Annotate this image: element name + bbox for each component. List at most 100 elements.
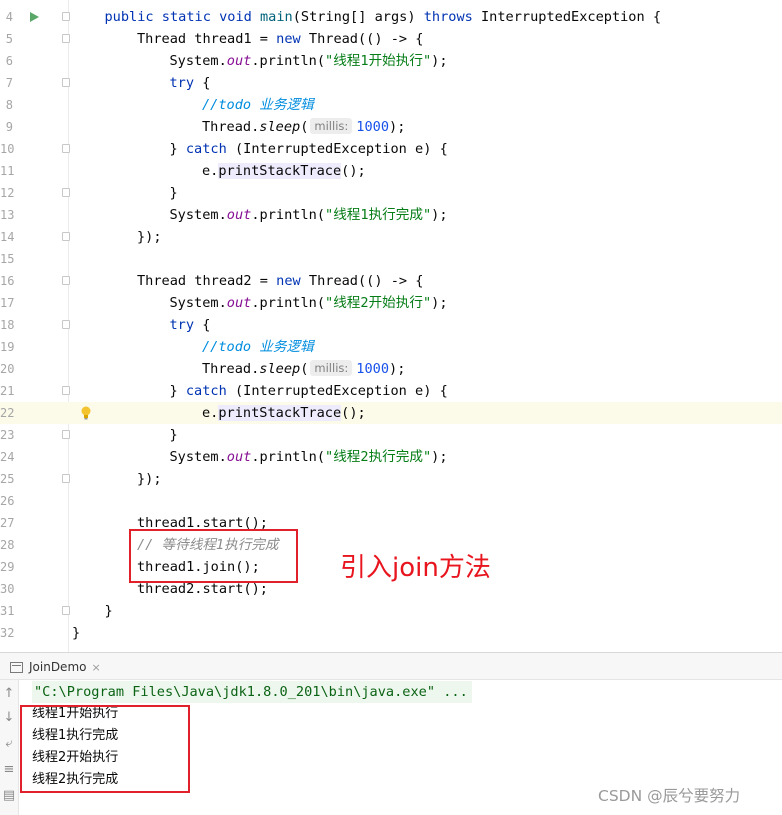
fold-icon[interactable] [62, 188, 70, 197]
code-text: Thread.sleep(millis: 1000); [202, 116, 405, 138]
line-number: 7 [5, 76, 13, 90]
code-line[interactable]: 23} [0, 424, 782, 446]
code-line[interactable]: 11 e.printStackTrace(); [0, 160, 782, 182]
parameter-hint: millis: [310, 118, 353, 134]
annotation-text: 引入join方法 [340, 553, 491, 583]
code-line[interactable]: 19 //todo 业务逻辑 [0, 336, 782, 358]
code-token: { [194, 317, 211, 333]
code-token: (InterruptedException e) { [226, 383, 448, 399]
code-line[interactable]: 31} [0, 600, 782, 622]
code-line[interactable]: 17 System.out.println("线程2开始执行"); [0, 292, 782, 314]
line-number: 25 [0, 472, 15, 486]
code-line[interactable]: 9 Thread.sleep(millis: 1000); [0, 116, 782, 138]
code-text: System.out.println("线程1执行完成"); [170, 204, 448, 226]
code-token: } [169, 141, 186, 157]
line-number: 15 [0, 252, 15, 266]
code-token: main [260, 9, 293, 25]
fold-icon[interactable] [62, 276, 70, 285]
code-token: e. [202, 163, 219, 179]
code-token: out [226, 295, 252, 311]
code-token: } [169, 185, 178, 201]
code-line[interactable]: 8 //todo 业务逻辑 [0, 94, 782, 116]
line-number: 13 [0, 208, 15, 222]
fold-icon[interactable] [62, 78, 70, 87]
code-line[interactable]: 27 thread1.start(); [0, 512, 782, 534]
code-token: } [104, 603, 113, 619]
code-token: 1000 [356, 119, 390, 135]
fold-icon[interactable] [62, 12, 70, 21]
line-number: 6 [5, 54, 13, 68]
code-editor[interactable]: 4 public static void main(String[] args) … [0, 0, 782, 652]
code-token: Thread. [202, 361, 260, 377]
run-config-icon [10, 661, 23, 673]
up-arrow-icon[interactable]: ↑ [1, 686, 17, 702]
fold-icon[interactable] [62, 34, 70, 43]
join-highlight-box [129, 529, 298, 583]
print-icon[interactable]: ▤ [1, 788, 17, 804]
code-token: (); [341, 163, 366, 179]
code-line[interactable]: 14}); [0, 226, 782, 248]
fold-icon[interactable] [62, 232, 70, 241]
output-highlight-box [20, 705, 190, 793]
code-line[interactable]: 20 Thread.sleep(millis: 1000); [0, 358, 782, 380]
code-line[interactable]: 25}); [0, 468, 782, 490]
code-token: } [72, 625, 81, 641]
line-number: 21 [0, 384, 15, 398]
code-line[interactable]: 16 Thread thread2 = new Thread(() -> { [0, 270, 782, 292]
code-token: } [169, 383, 186, 399]
scroll-to-end-icon[interactable]: ≡ [1, 762, 17, 778]
fold-icon[interactable] [62, 320, 70, 329]
code-token: out [226, 449, 252, 465]
run-tab-bar: JoinDemo × [0, 653, 782, 680]
code-token: 业务逻辑 [259, 97, 314, 113]
code-text: } [170, 424, 178, 446]
command-line: "C:\Program Files\Java\jdk1.8.0_201\bin\… [32, 681, 472, 703]
fold-icon[interactable] [62, 606, 70, 615]
fold-icon[interactable] [62, 386, 70, 395]
fold-icon[interactable] [62, 474, 70, 483]
code-line[interactable]: 7 try { [0, 72, 782, 94]
line-number: 11 [0, 164, 15, 178]
code-text: System.out.println("线程2开始执行"); [170, 292, 448, 314]
code-token: sleep [259, 119, 301, 135]
intention-bulb-icon[interactable] [80, 406, 92, 420]
code-token: } [169, 427, 178, 443]
code-token: }); [137, 229, 162, 245]
code-token: e. [202, 405, 219, 421]
tab-joindemo[interactable]: JoinDemo × [10, 656, 101, 678]
code-text: } catch (InterruptedException e) { [170, 138, 448, 160]
code-text: }); [137, 468, 162, 490]
code-line[interactable]: 6 System.out.println("线程1开始执行"); [0, 50, 782, 72]
soft-wrap-icon[interactable]: ⤶ [1, 736, 17, 752]
close-icon[interactable]: × [91, 661, 100, 674]
code-token: .println( [251, 295, 326, 311]
code-token: Thread(() -> { [300, 273, 424, 289]
code-token: }); [137, 471, 162, 487]
code-token: ); [431, 449, 448, 465]
code-token: 1000 [356, 361, 390, 377]
line-number: 4 [5, 10, 13, 24]
code-line[interactable]: 10} catch (InterruptedException e) { [0, 138, 782, 160]
line-number: 24 [0, 450, 15, 464]
code-line[interactable]: 24 System.out.println("线程2执行完成"); [0, 446, 782, 468]
run-gutter-icon[interactable] [30, 12, 39, 22]
code-line[interactable]: 26 [0, 490, 782, 512]
code-line[interactable]: 18 try { [0, 314, 782, 336]
code-line[interactable]: 12} [0, 182, 782, 204]
code-token: ); [431, 295, 448, 311]
code-line[interactable]: 5 Thread thread1 = new Thread(() -> { [0, 28, 782, 50]
code-line[interactable]: 21} catch (InterruptedException e) { [0, 380, 782, 402]
down-arrow-icon[interactable]: ↓ [1, 710, 17, 726]
code-line[interactable]: 4 public static void main(String[] args) … [0, 6, 782, 28]
fold-icon[interactable] [62, 144, 70, 153]
line-number: 5 [5, 32, 13, 46]
code-line[interactable]: 15 [0, 248, 782, 270]
code-line[interactable]: 22 e.printStackTrace(); [0, 402, 782, 424]
line-number: 26 [0, 494, 15, 508]
code-line[interactable]: 32} [0, 622, 782, 644]
line-number: 32 [0, 626, 15, 640]
fold-icon[interactable] [62, 430, 70, 439]
code-token: .println( [251, 449, 326, 465]
code-line[interactable]: 13 System.out.println("线程1执行完成"); [0, 204, 782, 226]
code-text: //todo 业务逻辑 [202, 94, 314, 116]
